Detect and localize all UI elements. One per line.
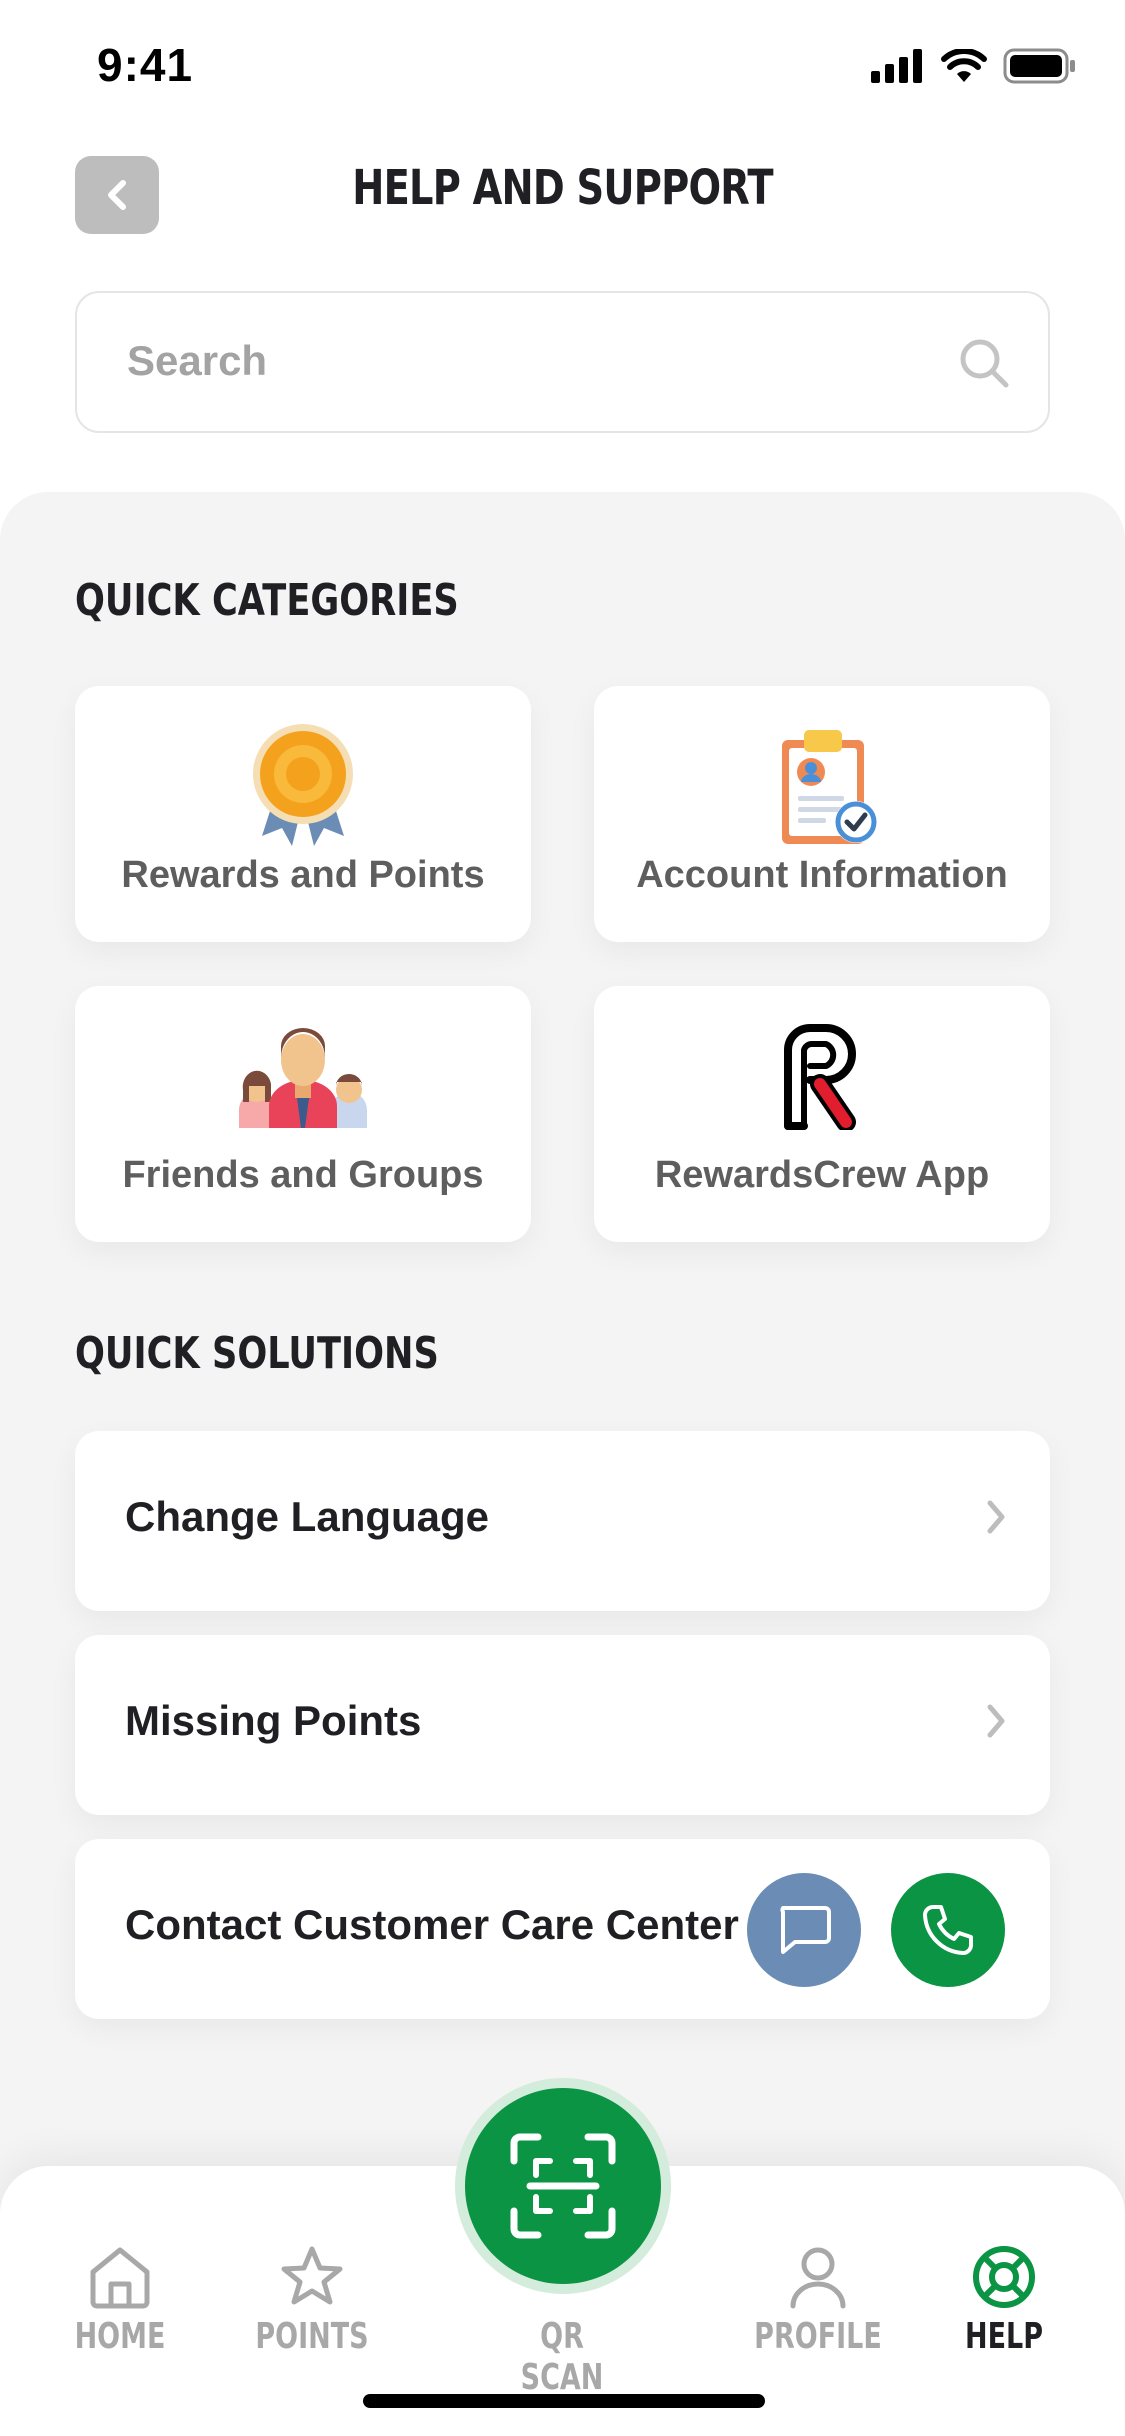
solution-label: Change Language [125, 1493, 490, 1540]
status-bar: 9:41 [0, 0, 1125, 140]
solution-row-contact: Contact Customer Care Center [75, 1839, 1050, 2019]
phone-icon [923, 1905, 973, 1955]
category-card-app[interactable]: RewardsCrew App [594, 986, 1050, 1242]
category-card-rewards[interactable]: Rewards and Points [75, 686, 531, 942]
lifebuoy-icon [973, 2246, 1035, 2308]
tab-label: HOME [74, 2316, 166, 2357]
medal-icon [253, 724, 353, 846]
person-icon [790, 2247, 846, 2309]
chevron-right-icon [987, 1704, 1005, 1738]
people-icon [239, 1028, 367, 1128]
solution-label: Contact Customer Care Center [125, 1901, 739, 1948]
quick-solutions-title: QUICK SOLUTIONS [75, 1328, 439, 1379]
chevron-right-icon [987, 1500, 1005, 1534]
category-label: Friends and Groups [122, 1154, 484, 1196]
quick-categories-title: QUICK CATEGORIES [75, 575, 459, 626]
tab-label: POINTS [255, 2316, 369, 2357]
solution-label: Missing Points [125, 1697, 422, 1744]
status-time: 9:41 [97, 39, 194, 91]
rewardscrew-logo-icon [784, 1024, 856, 1130]
category-card-account[interactable]: Account Information [594, 686, 1050, 942]
category-card-friends[interactable]: Friends and Groups [75, 986, 531, 1242]
home-icon [90, 2247, 150, 2309]
battery-icon [1003, 48, 1075, 84]
search-placeholder: Search [127, 337, 268, 384]
signal-icon [871, 49, 922, 83]
category-label: Account Information [636, 854, 1008, 896]
clipboard-icon [782, 730, 877, 844]
tab-label: HELP [964, 2316, 1044, 2357]
wifi-icon [941, 49, 987, 82]
page-title: HELP AND SUPPORT [352, 160, 773, 216]
qr-scan-icon [510, 2133, 616, 2239]
chat-button[interactable] [747, 1873, 861, 1987]
qr-scan-button[interactable] [465, 2088, 661, 2284]
search-input[interactable]: Search [75, 291, 1050, 433]
status-icons [871, 48, 1077, 84]
solution-row-missing-points[interactable]: Missing Points [75, 1635, 1050, 1815]
call-button[interactable] [891, 1873, 1005, 1987]
star-icon [281, 2246, 343, 2305]
category-label: RewardsCrew App [654, 1154, 990, 1196]
category-label: Rewards and Points [121, 854, 485, 896]
home-indicator [363, 2394, 765, 2408]
tab-home[interactable]: HOME [30, 2166, 210, 2436]
tab-label: QR SCAN [520, 2316, 604, 2398]
chat-icon [780, 1906, 831, 1954]
tab-label: PROFILE [754, 2316, 882, 2357]
tab-help[interactable]: HELP [914, 2166, 1094, 2436]
solution-row-change-language[interactable]: Change Language [75, 1431, 1050, 1611]
search-icon[interactable] [956, 335, 1012, 391]
